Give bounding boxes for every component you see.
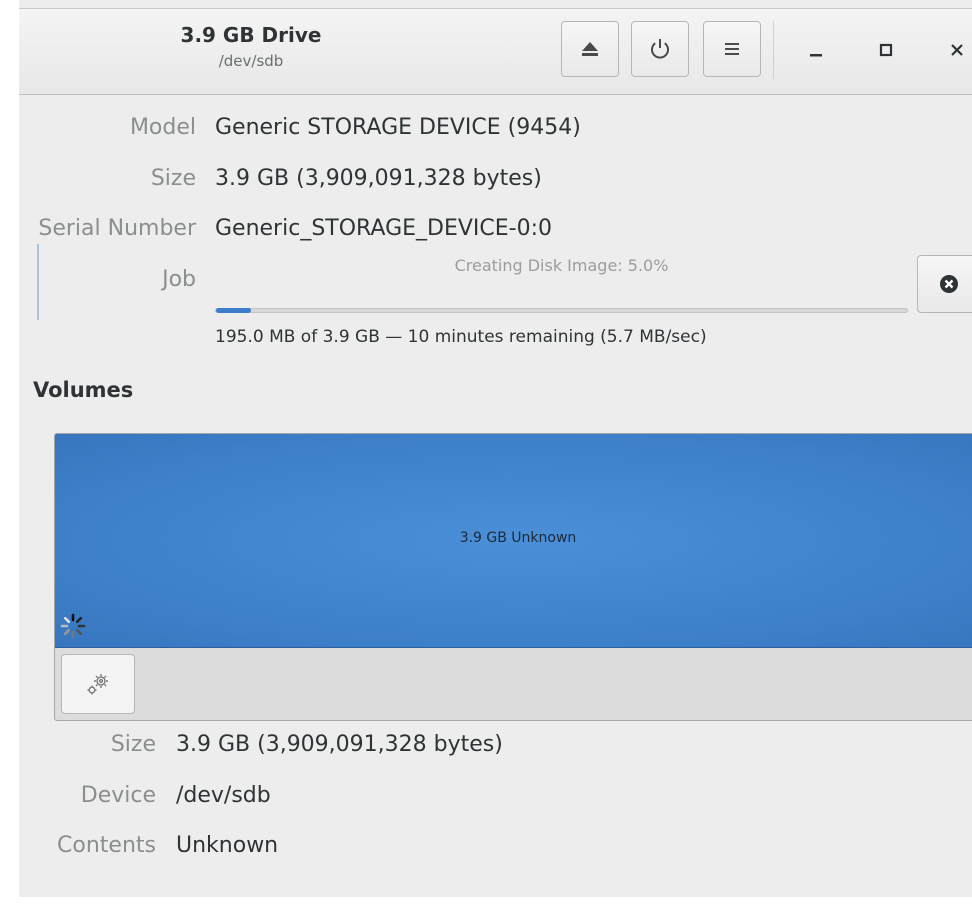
partition-settings-button[interactable] — [61, 654, 135, 714]
job-label: Job — [162, 267, 196, 292]
close-button[interactable] — [940, 33, 972, 67]
header-separator — [773, 21, 774, 79]
size-value: 3.9 GB (3,909,091,328 bytes) — [215, 166, 542, 191]
drive-title: 3.9 GB Drive — [180, 23, 322, 47]
volume-size-value: 3.9 GB (3,909,091,328 bytes) — [176, 732, 503, 757]
gears-icon — [87, 674, 108, 695]
power-off-button[interactable] — [631, 21, 689, 77]
maximize-button[interactable] — [869, 33, 903, 67]
cancel-job-button[interactable] — [917, 255, 972, 313]
drive-menu-button[interactable] — [703, 21, 761, 77]
drive-subtitle: /dev/sdb — [218, 52, 284, 70]
job-detail: 195.0 MB of 3.9 GB — 10 minutes remainin… — [215, 327, 707, 347]
model-label: Model — [129, 115, 196, 140]
size-label: Size — [150, 166, 196, 191]
close-icon — [951, 44, 963, 56]
minimize-button[interactable] — [799, 33, 833, 67]
volume-device-label: Device — [80, 783, 156, 808]
volume-device-value: /dev/sdb — [176, 783, 271, 808]
job-progress-bar — [215, 308, 908, 313]
spinner-icon — [60, 613, 86, 639]
power-icon — [651, 39, 669, 59]
partition-label: 3.9 GB Unknown — [459, 530, 577, 546]
cancel-circle-icon — [940, 275, 958, 293]
eject-icon — [582, 42, 598, 56]
header-bar: 3.9 GB Drive /dev/sdb — [19, 9, 972, 95]
model-value: Generic STORAGE DEVICE (9454) — [215, 115, 581, 140]
job-caption: Creating Disk Image: 5.0% — [454, 256, 669, 275]
volume-contents-label: Contents — [57, 833, 156, 858]
disks-window: 3.9 GB Drive /dev/sdb Model Generic STOR… — [19, 0, 972, 897]
eject-button[interactable] — [561, 21, 619, 77]
minimize-icon — [810, 54, 822, 57]
partition-block[interactable]: 3.9 GB Unknown — [55, 434, 972, 648]
serial-number-value: Generic_STORAGE_DEVICE-0:0 — [215, 216, 553, 241]
volume-size-label: Size — [110, 732, 156, 757]
volumes-map: 3.9 GB Unknown — [54, 433, 972, 721]
volume-contents-value: Unknown — [176, 833, 279, 858]
job-progress-fill — [216, 308, 251, 313]
hamburger-menu-icon — [725, 43, 739, 55]
screen-edge — [0, 897, 972, 905]
maximize-icon — [879, 43, 893, 57]
title-block: 3.9 GB Drive /dev/sdb — [131, 21, 371, 73]
volumes-heading: Volumes — [33, 378, 134, 402]
serial-number-label: Serial Number — [38, 216, 196, 241]
